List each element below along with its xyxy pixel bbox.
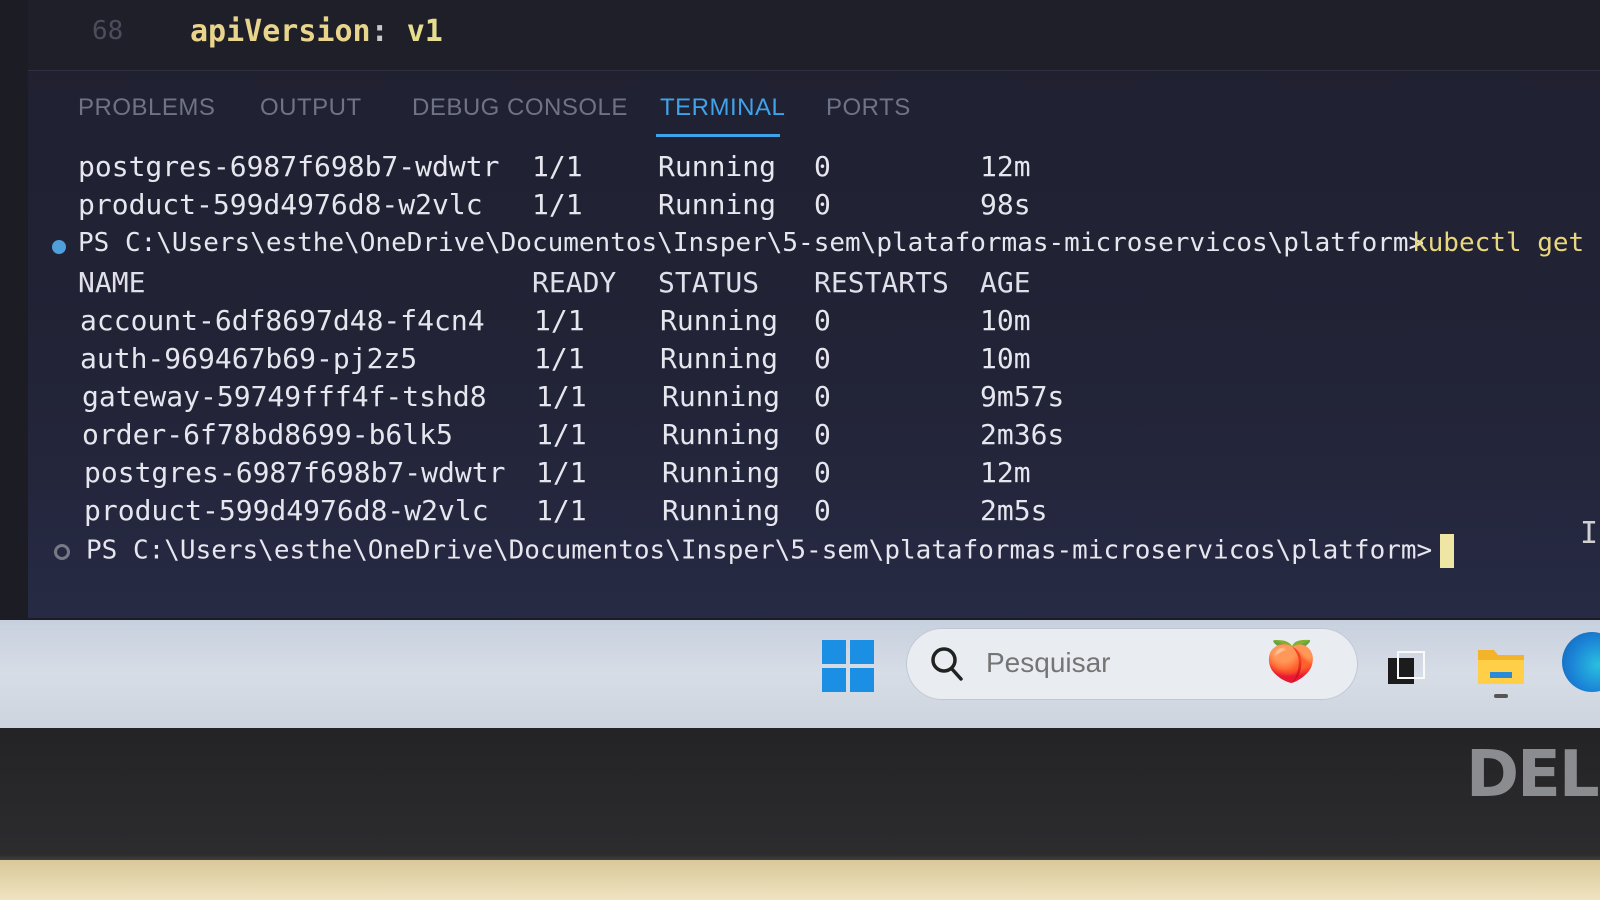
pod-restarts: 0	[814, 380, 831, 413]
search-icon	[931, 647, 963, 681]
table-row: account-6df8697d48-f4cn4 1/1 Running 0 1…	[28, 304, 1600, 342]
pod-ready: 1/1	[536, 456, 587, 489]
header-ready: READY	[532, 266, 617, 299]
windows-taskbar	[0, 620, 1600, 728]
table-row: product-599d4976d8-w2vlc 1/1 Running 0 9…	[28, 188, 1600, 226]
pod-status: Running	[662, 380, 781, 413]
code-key: apiVersion	[190, 14, 371, 49]
prompt-path: PS C:\Users\esthe\OneDrive\Documentos\In…	[78, 228, 1425, 258]
pod-name: postgres-6987f698b7-wdwtr	[78, 150, 500, 183]
pod-restarts: 0	[814, 150, 831, 183]
pod-ready: 1/1	[534, 342, 585, 375]
pod-age: 12m	[980, 150, 1031, 183]
tab-ports[interactable]: PORTS	[826, 94, 911, 122]
command-pending-dot-icon[interactable]	[54, 544, 70, 560]
table-header: NAME READY STATUS RESTARTS AGE	[28, 266, 1600, 304]
command-text: kubectl get	[1412, 228, 1585, 258]
pod-name: product-599d4976d8-w2vlc	[84, 494, 489, 527]
pod-status: Running	[662, 456, 781, 489]
pod-ready: 1/1	[534, 304, 585, 337]
command-success-dot-icon[interactable]	[52, 240, 66, 254]
text-cursor	[1440, 534, 1455, 568]
current-prompt-text: PS C:\Users\esthe\OneDrive\Documentos\In…	[86, 535, 1433, 566]
pod-restarts: 0	[814, 418, 831, 451]
pod-name: gateway-59749fff4f-tshd8	[82, 380, 487, 413]
desk-surface	[0, 860, 1600, 900]
current-prompt-path: PS C:\Users\esthe\OneDrive\Documentos\In…	[86, 534, 1455, 568]
code-value: v1	[406, 14, 443, 49]
pod-age: 10m	[980, 342, 1031, 375]
tab-output[interactable]: OUTPUT	[260, 94, 362, 122]
header-status: STATUS	[658, 266, 760, 299]
pod-ready: 1/1	[532, 150, 583, 183]
table-row: order-6f78bd8699-b6lk5 1/1 Running 0 2m3…	[28, 418, 1600, 456]
table-row: auth-969467b69-pj2z5 1/1 Running 0 10m	[28, 342, 1600, 380]
code-text[interactable]: apiVersion: v1	[190, 14, 443, 49]
table-row: gateway-59749fff4f-tshd8 1/1 Running 0 9…	[28, 380, 1600, 418]
pod-name: auth-969467b69-pj2z5	[80, 342, 418, 375]
monitor-brand-logo: DELL	[1466, 738, 1600, 812]
pod-age: 98s	[980, 188, 1031, 221]
tab-problems[interactable]: PROBLEMS	[78, 94, 215, 122]
pod-age: 2m5s	[980, 494, 1048, 527]
search-input[interactable]	[984, 646, 1248, 680]
editor-code-line: 68 apiVersion: v1	[28, 0, 1600, 71]
pod-restarts: 0	[814, 304, 831, 337]
pod-status: Running	[660, 304, 779, 337]
running-app-indicator	[1494, 694, 1508, 698]
pod-status: Running	[662, 494, 781, 527]
task-view-icon[interactable]	[1386, 650, 1426, 686]
windows-start-icon[interactable]	[822, 640, 874, 692]
pod-status: Running	[658, 150, 777, 183]
pod-age: 2m36s	[980, 418, 1065, 451]
pod-restarts: 0	[814, 342, 831, 375]
code-colon: :	[370, 14, 389, 49]
panel-tab-bar: PROBLEMS OUTPUT DEBUG CONSOLE TERMINAL P…	[28, 88, 1600, 138]
file-explorer-icon[interactable]	[1476, 642, 1526, 686]
pod-name: product-599d4976d8-w2vlc	[78, 188, 483, 221]
pod-age: 10m	[980, 304, 1031, 337]
active-tab-indicator	[656, 134, 780, 137]
pod-restarts: 0	[814, 494, 831, 527]
current-prompt-line[interactable]: PS C:\Users\esthe\OneDrive\Documentos\In…	[28, 534, 1600, 572]
pod-ready: 1/1	[536, 418, 587, 451]
pod-age: 9m57s	[980, 380, 1065, 413]
pod-name: postgres-6987f698b7-wdwtr	[84, 456, 506, 489]
pod-status: Running	[660, 342, 779, 375]
table-row: postgres-6987f698b7-wdwtr 1/1 Running 0 …	[28, 150, 1600, 188]
header-name: NAME	[78, 266, 146, 299]
pod-age: 12m	[980, 456, 1031, 489]
pod-ready: 1/1	[536, 494, 587, 527]
vscode-window: 68 apiVersion: v1 PROBLEMS OUTPUT DEBUG …	[28, 0, 1600, 618]
mouse-ibeam-cursor-icon: I	[1579, 516, 1598, 551]
pod-name: order-6f78bd8699-b6lk5	[82, 418, 453, 451]
tab-debug-console[interactable]: DEBUG CONSOLE	[412, 94, 628, 122]
header-age: AGE	[980, 266, 1031, 299]
tab-terminal[interactable]: TERMINAL	[660, 94, 785, 122]
pod-restarts: 0	[814, 456, 831, 489]
taskbar-search-box[interactable]: 🍑	[906, 628, 1358, 700]
fruit-widget-icon[interactable]: 🍑	[1266, 638, 1316, 685]
pod-restarts: 0	[814, 188, 831, 221]
line-number: 68	[92, 16, 124, 46]
header-restarts: RESTARTS	[814, 266, 949, 299]
table-row: product-599d4976d8-w2vlc 1/1 Running 0 2…	[28, 494, 1600, 532]
pod-name: account-6df8697d48-f4cn4	[80, 304, 485, 337]
command-prompt-line: PS C:\Users\esthe\OneDrive\Documentos\In…	[28, 228, 1600, 266]
pod-status: Running	[658, 188, 777, 221]
terminal-output[interactable]: postgres-6987f698b7-wdwtr 1/1 Running 0 …	[28, 150, 1600, 590]
pod-status: Running	[662, 418, 781, 451]
table-row: postgres-6987f698b7-wdwtr 1/1 Running 0 …	[28, 456, 1600, 494]
pod-ready: 1/1	[532, 188, 583, 221]
pod-ready: 1/1	[536, 380, 587, 413]
